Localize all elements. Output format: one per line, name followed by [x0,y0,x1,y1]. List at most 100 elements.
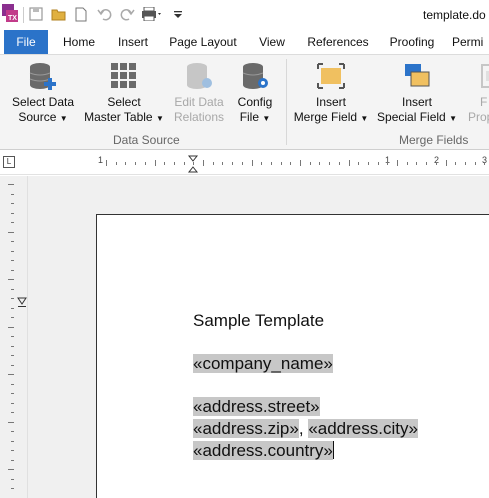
ruler-tick [11,203,14,204]
vertical-ruler [0,176,28,498]
app-logo-icon: TX [2,4,18,22]
tab-insert[interactable]: Insert [110,30,156,54]
ruler-tick [474,162,476,165]
undo-icon[interactable] [96,6,112,22]
ruler-tick [11,193,14,195]
ruler-tick [11,431,14,432]
merge-field-address-street[interactable]: «address.street» [193,397,320,416]
ruler-tick [106,160,107,166]
ruler-tick [164,162,166,165]
ruler-tick [135,162,137,165]
edit-data-relations-button[interactable]: Edit Data Relations [168,59,230,129]
insert-special-field-button[interactable]: Insert Special Field ▼ [376,59,458,129]
select-master-table-button[interactable]: Select Master Table ▼ [84,59,164,129]
merge-field-line[interactable]: «address.zip», «address.city» [193,419,418,439]
ruler-tick [11,307,14,309]
ruler-tick [11,241,14,242]
ruler-tick [212,162,214,165]
qat-separator [23,7,24,23]
open-icon[interactable] [51,6,67,22]
chevron-down-icon: ▼ [449,114,457,123]
select-data-source-line1: Select Data [11,95,75,109]
data-source-group-label: Data Source [113,133,180,147]
tab-view[interactable]: View [250,30,294,54]
ruler-tick [154,160,156,166]
ruler-tick [11,250,14,252]
ruler-tick [11,440,14,442]
field-properties-icon [481,64,489,88]
field-properties-line2: Prop [468,110,489,124]
select-master-table-line2: Master Table [84,110,153,124]
database-relations-icon [187,63,212,89]
edit-data-relations-line1: Edit Data [174,95,224,109]
chevron-down-icon: ▼ [262,114,271,123]
ruler-tick [11,345,14,347]
ruler-tick [251,160,253,166]
config-file-button[interactable]: Config File ▼ [232,59,278,129]
insert-merge-field-line1: Insert [315,95,346,109]
save-icon[interactable] [28,6,44,22]
merge-field-line[interactable]: «address.country» [193,441,334,461]
select-data-source-line2: Source [18,110,57,124]
ruler-tick [11,478,14,480]
tab-file[interactable]: File [4,30,48,54]
merge-field-line[interactable]: «company_name» [193,354,333,374]
database-add-icon [29,63,56,90]
ruler-tick [348,160,350,166]
ruler-tick [8,326,14,328]
svg-text:TX: TX [8,15,17,22]
ruler-tick [280,162,282,165]
ruler-tick [11,383,14,385]
ruler-tick [387,162,389,165]
field-properties-button[interactable]: F Prop [464,59,489,129]
tab-references[interactable]: References [302,30,374,54]
ribbon: Select Data Source ▼ Select Master Table… [0,54,489,150]
tab-permissions[interactable]: Permi [452,30,489,54]
print-icon[interactable] [142,6,164,22]
ruler-tick [8,374,14,375]
redo-icon[interactable] [119,6,135,22]
tab-home[interactable]: Home [56,30,102,54]
chevron-down-icon: ▼ [59,114,68,123]
merge-field-company-name[interactable]: «company_name» [193,354,333,373]
group-separator [286,59,287,145]
ruler-tick [183,162,185,165]
edit-data-relations-line2: Relations [173,110,225,124]
document-heading[interactable]: Sample Template [193,311,324,331]
ruler-tick [397,160,398,166]
window-title: template.do [423,8,486,22]
field-properties-line1: F [480,95,488,109]
database-config-icon [242,63,268,89]
ruler-tick [300,160,301,166]
new-icon[interactable] [73,6,89,22]
ruler-tick [11,364,14,366]
customize-icon[interactable] [170,6,186,22]
select-data-source-button[interactable]: Select Data Source ▼ [8,59,78,129]
ruler-tick [11,488,14,489]
ruler-tick [435,162,437,165]
insert-merge-field-button[interactable]: Insert Merge Field ▼ [292,59,370,129]
merge-field-address-zip[interactable]: «address.zip» [193,419,299,438]
ruler-tick [358,162,360,165]
ruler-tick [232,162,234,165]
ruler-tick [261,162,263,165]
merge-field-address-city[interactable]: «address.city» [308,419,418,438]
config-file-line1: Config [237,95,273,109]
merge-field-line[interactable]: «address.street» [193,397,320,417]
horizontal-ruler: L 1 1 2 3 [0,151,489,175]
merge-field-address-country[interactable]: «address.country» [193,441,333,460]
ruler-tick [8,184,14,185]
ruler-tick [125,162,127,165]
chevron-down-icon: ▼ [155,114,164,123]
vertical-margin-marker-icon[interactable] [17,296,27,310]
insert-merge-field-line2: Merge Field [293,110,358,124]
tab-proofing[interactable]: Proofing [382,30,442,54]
tab-stop-selector[interactable]: L [3,156,15,168]
ruler-tick [455,162,457,165]
ruler-tick [11,355,14,356]
tab-page-layout[interactable]: Page Layout [164,30,242,54]
ruler-tick [319,162,321,165]
ruler-tick [11,412,14,413]
ruler-tick [144,162,146,165]
ruler-tick [115,162,117,165]
